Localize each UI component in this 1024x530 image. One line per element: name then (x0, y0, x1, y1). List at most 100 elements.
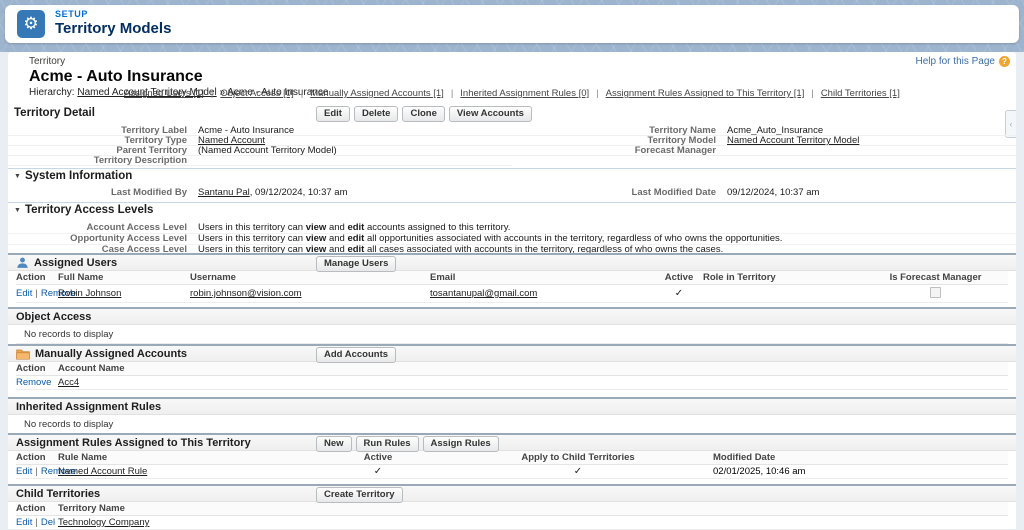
quick-link-assigned-users[interactable]: Assigned Users [1] (124, 88, 204, 99)
create-territory-button[interactable]: Create Territory (316, 487, 403, 503)
apply-to-child-checkmark-icon: ✓ (573, 466, 583, 477)
territory-access-levels-header[interactable]: ▼ Territory Access Levels (8, 203, 1016, 218)
child-territories-section: Child Territories Create Territory Actio… (8, 484, 1016, 530)
setup-header: ⚙ SETUP Territory Models (5, 5, 1019, 43)
assignment-rules-title: Assignment Rules Assigned to This Territ… (16, 436, 251, 449)
assigned-users-section: Assigned Users Manage Users Action Full … (8, 253, 1016, 303)
object-access-empty: No records to display (16, 325, 1008, 344)
inherited-assignment-rules-section: Inherited Assignment Rules No records to… (8, 397, 1016, 434)
system-information-section: ▼ System Information Last Modified By San… (8, 168, 1016, 198)
assigned-users-bar: Assigned Users Manage Users (8, 253, 1016, 272)
territory-access-levels-section: ▼ Territory Access Levels Account Access … (8, 202, 1016, 256)
content-card: Territory Acme - Auto Insurance Hierarch… (8, 52, 1016, 530)
is-forecast-manager-checkbox (930, 287, 941, 298)
assign-rules-button[interactable]: Assign Rules (422, 436, 499, 452)
entity-label: Territory (29, 56, 66, 67)
last-modified-by-label: Last Modified By (110, 187, 187, 198)
last-modified-by-user-link[interactable]: Santanu Pal (198, 188, 250, 198)
object-access-bar: Object Access (8, 307, 1016, 325)
assigned-users-header-row: Action Full Name Username Email Active R… (16, 271, 1008, 285)
quick-link-child-territories[interactable]: Child Territories [1] (821, 88, 900, 99)
child-territories-header-row: Action Territory Name (16, 502, 1008, 516)
quick-link-separator: | (300, 88, 304, 99)
object-access-section: Object Access No records to display (8, 307, 1016, 344)
territory-type-link[interactable]: Named Account (198, 136, 265, 145)
view-accounts-button[interactable]: View Accounts (448, 106, 532, 122)
last-modified-date-label: Last Modified Date (631, 187, 716, 198)
manually-assigned-accounts-bar: Manually Assigned Accounts Add Accounts (8, 344, 1016, 363)
object-access-title: Object Access (16, 310, 92, 323)
quick-link-separator: | (210, 88, 214, 99)
active-checkmark-icon: ✓ (674, 288, 684, 299)
child-territory-name-link[interactable]: Technology Company (58, 517, 149, 528)
quick-link-separator: | (811, 88, 814, 99)
edit-action-link[interactable]: Edit (16, 517, 32, 528)
assigned-users-row: Edit | Remove Robin Johnson robin.johnson@… (16, 285, 1008, 303)
access-rows: Account Access Level Users in this terri… (8, 223, 1016, 256)
system-information-row: Last Modified By Santanu Pal, 09/12/2024… (8, 188, 1016, 198)
territory-model-link[interactable]: Named Account Territory Model (727, 136, 859, 145)
edit-action-link[interactable]: Edit (16, 466, 32, 477)
last-modified-by-value: Santanu Pal, 09/12/2024, 10:37 am (198, 188, 348, 198)
child-territories-bar: Child Territories Create Territory (8, 484, 1016, 503)
row-actions: Edit | Remove (16, 466, 77, 477)
rule-name-link[interactable]: Named Account Rule (58, 466, 147, 477)
setup-app-title: Territory Models (55, 20, 172, 38)
quick-link-inherited-assignment-rules[interactable]: Inherited Assignment Rules [0] (460, 88, 589, 99)
assigned-users-table: Action Full Name Username Email Active R… (16, 271, 1008, 303)
row-actions: Edit | Remove (16, 288, 77, 299)
assignment-rules-table: Action Rule Name Active Apply to Child T… (16, 451, 1008, 479)
inherited-assignment-rules-title: Inherited Assignment Rules (16, 400, 162, 413)
username-link[interactable]: robin.johnson@vision.com (190, 288, 302, 299)
gear-glyph: ⚙ (23, 13, 39, 34)
detail-left-column: Territory Label Acme - Auto Insurance Te… (8, 126, 512, 166)
account-name-link[interactable]: Acc4 (58, 377, 79, 388)
clone-button[interactable]: Clone (402, 106, 445, 122)
page-title: Acme - Auto Insurance (29, 68, 203, 85)
quick-link-object-access[interactable]: Object Access [0] (220, 88, 293, 99)
last-modified-date-value: 09/12/2024, 10:37 am (727, 188, 820, 198)
user-icon (16, 256, 29, 269)
setup-eyebrow: SETUP (55, 9, 89, 20)
run-rules-button[interactable]: Run Rules (355, 436, 419, 452)
territory-detail-section: Territory Detail Edit Delete Clone View … (8, 106, 1016, 166)
modified-date-value: 02/01/2025, 10:46 am (713, 466, 806, 477)
rule-row: Edit | Remove Named Account Rule ✓ ✓ 02/01… (16, 465, 1008, 479)
row-actions: Edit | Del (16, 517, 56, 528)
manually-assigned-accounts-table: Action Account Name Remove Acc4 (16, 362, 1008, 390)
folder-icon (16, 348, 30, 360)
new-button[interactable]: New (316, 436, 352, 452)
quick-link-separator: | (450, 88, 454, 99)
system-information-header[interactable]: ▼ System Information (8, 169, 1016, 184)
remove-action-link[interactable]: Remove (16, 377, 51, 388)
manually-assigned-accounts-title: Manually Assigned Accounts (35, 347, 187, 360)
help-for-page[interactable]: Help for this Page ? (916, 56, 1010, 67)
del-action-link[interactable]: Del (41, 517, 55, 528)
field-territory-label: Territory Label Acme - Auto Insurance (8, 126, 512, 136)
field-parent-territory: Parent Territory (Named Account Territor… (8, 146, 512, 156)
quick-link-manually-assigned-accounts[interactable]: Manually Assigned Accounts [1] (310, 88, 444, 99)
quick-link-assignment-rules[interactable]: Assignment Rules Assigned to This Territ… (606, 88, 805, 99)
add-accounts-button[interactable]: Add Accounts (316, 347, 397, 363)
full-name-link[interactable]: Robin Johnson (58, 288, 121, 299)
setup-title-group: SETUP Territory Models (55, 9, 172, 38)
email-link[interactable]: tosantanupal@gmail.com (430, 288, 537, 299)
active-checkmark-icon: ✓ (373, 466, 383, 477)
edit-action-link[interactable]: Edit (16, 288, 32, 299)
field-territory-type: Territory Type Named Account (8, 136, 512, 146)
manage-users-button[interactable]: Manage Users (316, 256, 397, 272)
assigned-users-title: Assigned Users (34, 256, 118, 269)
territory-detail-buttons: Edit Delete Clone View Accounts (316, 106, 532, 122)
edit-button[interactable]: Edit (316, 106, 350, 122)
detail-right-column: Territory Name Acme_Auto_Insurance Terri… (512, 126, 1016, 166)
rules-header-row: Action Rule Name Active Apply to Child T… (16, 451, 1008, 465)
inherited-rules-empty: No records to display (16, 415, 1008, 434)
child-territories-title: Child Territories (16, 487, 101, 500)
manually-assigned-accounts-section: Manually Assigned Accounts Add Accounts … (8, 344, 1016, 390)
delete-button[interactable]: Delete (353, 106, 399, 122)
field-territory-name: Territory Name Acme_Auto_Insurance (512, 126, 1016, 136)
help-question-icon[interactable]: ? (999, 56, 1010, 67)
setup-gear-icon: ⚙ (17, 10, 45, 38)
help-link[interactable]: Help for this Page (916, 56, 996, 67)
collapse-icon: ▼ (14, 173, 21, 180)
